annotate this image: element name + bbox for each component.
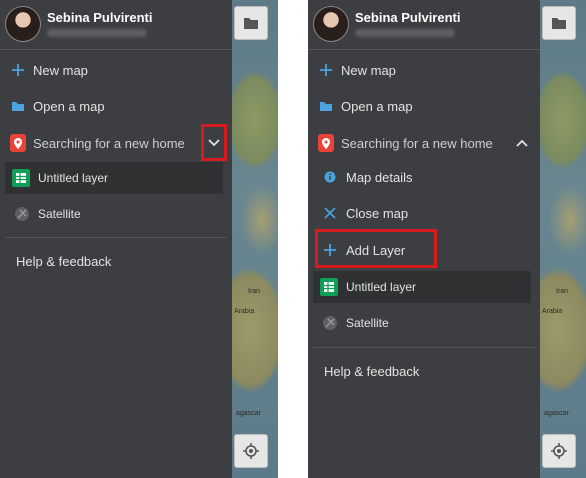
- current-map-item[interactable]: Searching for a new home: [0, 126, 232, 160]
- user-name: Sebina Pulvirenti: [47, 10, 153, 25]
- close-map-item[interactable]: Close map: [308, 196, 540, 230]
- open-folder-button[interactable]: [234, 6, 268, 40]
- my-location-button[interactable]: [542, 434, 576, 468]
- avatar: [313, 6, 349, 42]
- map-label-arabia: Arabia: [234, 308, 255, 315]
- satellite-icon: [14, 206, 30, 222]
- divider: [5, 237, 227, 238]
- spreadsheet-icon: [320, 278, 338, 296]
- chevron-up-icon[interactable]: [513, 134, 531, 152]
- map-label-madagascar: agascar: [544, 410, 569, 417]
- screen-expanded: Iran Arabia agascar Sebina Pulvirenti Ne…: [308, 0, 586, 478]
- layer-label-untitled: Untitled layer: [346, 280, 417, 294]
- map-label-arabia: Arabia: [542, 308, 563, 315]
- crosshair-icon: [243, 443, 259, 459]
- spreadsheet-icon: [12, 169, 30, 187]
- layer-row-satellite[interactable]: Satellite: [308, 306, 540, 340]
- help-feedback-link[interactable]: Help & feedback: [16, 254, 111, 269]
- user-email-redacted: [47, 29, 147, 37]
- folder-icon: [10, 98, 26, 114]
- map-details-item[interactable]: Map details: [308, 160, 540, 194]
- divider: [313, 347, 535, 348]
- plus-icon: [318, 62, 334, 78]
- new-map-label: New map: [341, 62, 396, 78]
- open-folder-button[interactable]: [542, 6, 576, 40]
- folder-icon: [318, 98, 334, 114]
- navigation-drawer: Sebina Pulvirenti New map Open a map Sea…: [0, 0, 232, 478]
- map-details-label: Map details: [346, 169, 413, 185]
- add-layer-highlight-box: [315, 229, 437, 268]
- new-map-label: New map: [33, 62, 88, 78]
- screen-collapsed: Iran Arabia agascar Sebina Pulvirenti Ne…: [0, 0, 278, 478]
- map-pin-icon: [10, 134, 26, 152]
- user-name: Sebina Pulvirenti: [355, 10, 461, 25]
- map-label-madagascar: agascar: [236, 410, 261, 417]
- current-map-label: Searching for a new home: [341, 135, 493, 151]
- account-header[interactable]: Sebina Pulvirenti: [308, 0, 540, 50]
- crosshair-icon: [551, 443, 567, 459]
- open-map-label: Open a map: [33, 98, 105, 114]
- new-map-item[interactable]: New map: [308, 53, 540, 87]
- map-pin-icon: [318, 134, 334, 152]
- layer-row-untitled[interactable]: Untitled layer: [313, 271, 531, 303]
- avatar: [5, 6, 41, 42]
- current-map-item[interactable]: Searching for a new home: [308, 126, 540, 160]
- navigation-drawer: Sebina Pulvirenti New map Open a map Sea…: [308, 0, 540, 478]
- plus-icon: [10, 62, 26, 78]
- folder-icon: [244, 18, 258, 29]
- layer-label-satellite: Satellite: [38, 207, 81, 221]
- close-icon: [322, 205, 338, 221]
- map-label-iran: Iran: [248, 288, 261, 295]
- account-header[interactable]: Sebina Pulvirenti: [0, 0, 232, 50]
- chevron-down-icon[interactable]: [205, 134, 223, 152]
- layer-row-satellite[interactable]: Satellite: [0, 197, 232, 231]
- user-email-redacted: [355, 29, 455, 37]
- new-map-item[interactable]: New map: [0, 53, 232, 87]
- close-map-label: Close map: [346, 205, 409, 221]
- layer-row-untitled[interactable]: Untitled layer: [5, 162, 223, 194]
- info-icon: [322, 169, 338, 185]
- folder-icon: [552, 18, 566, 29]
- current-map-label: Searching for a new home: [33, 135, 185, 151]
- open-map-label: Open a map: [341, 98, 413, 114]
- open-map-item[interactable]: Open a map: [308, 89, 540, 123]
- layer-label-satellite: Satellite: [346, 316, 389, 330]
- open-map-item[interactable]: Open a map: [0, 89, 232, 123]
- map-label-iran: Iran: [556, 288, 569, 295]
- satellite-icon: [322, 315, 338, 331]
- layer-label-untitled: Untitled layer: [38, 171, 109, 185]
- my-location-button[interactable]: [234, 434, 268, 468]
- help-feedback-link[interactable]: Help & feedback: [324, 364, 419, 379]
